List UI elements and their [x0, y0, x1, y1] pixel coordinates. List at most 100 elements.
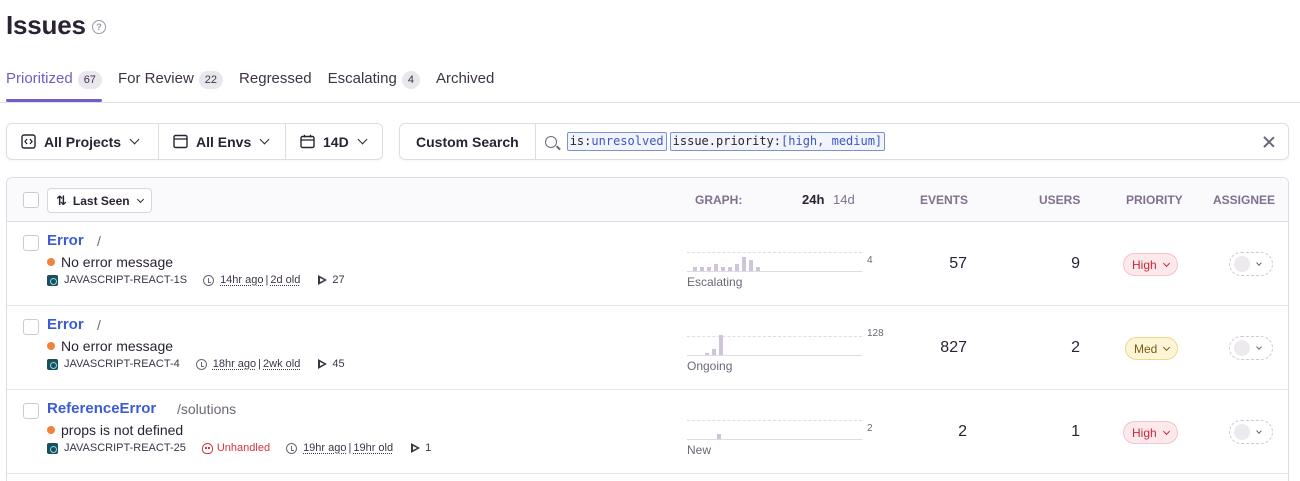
level-dot-icon — [47, 426, 55, 434]
priority-dropdown[interactable]: High — [1123, 421, 1178, 444]
issue-row[interactable]: Error / No error message JAVASCRIPT-REAC… — [7, 306, 1288, 390]
issue-title[interactable]: ReferenceError — [47, 400, 156, 417]
last-seen[interactable]: 19hr ago — [303, 442, 346, 454]
clear-search-icon[interactable] — [1262, 135, 1276, 149]
graph-period-24h[interactable]: 24h — [802, 192, 824, 207]
tab-archived[interactable]: Archived — [436, 64, 494, 102]
graph-bar — [717, 434, 721, 439]
issue-list-header: ⇅ Last Seen GRAPH: 24h 14d EVENTS USERS … — [7, 178, 1288, 222]
replay-count[interactable]: 45 — [332, 358, 344, 370]
user-count[interactable]: 1 — [1071, 423, 1080, 441]
search-token-priority[interactable]: issue.priority:[high, medium] — [669, 132, 886, 151]
event-count[interactable]: 57 — [949, 255, 967, 273]
graph-max-value: 2 — [867, 423, 873, 434]
help-icon[interactable]: ? — [92, 20, 106, 34]
project-filter-label: All Projects — [44, 133, 122, 150]
avatar — [1234, 256, 1250, 272]
issue-location: / — [97, 233, 101, 249]
avatar — [1234, 340, 1250, 356]
token-key: issue.priority: — [672, 134, 782, 148]
tab-label: Escalating — [327, 70, 397, 87]
issue-location: /solutions — [177, 401, 237, 417]
graph-bar — [749, 260, 753, 271]
issue-trend-label: Escalating — [687, 275, 743, 289]
graph-bar — [707, 267, 711, 271]
tab-escalating[interactable]: Escalating 4 — [328, 64, 420, 102]
tab-prioritized[interactable]: Prioritized 67 — [6, 64, 102, 102]
user-count[interactable]: 9 — [1071, 255, 1080, 273]
page-filters: All Projects All Envs 14D — [6, 123, 383, 160]
priority-label: Med — [1134, 341, 1158, 356]
last-seen[interactable]: 18hr ago — [213, 358, 256, 370]
graph-max-value: 4 — [867, 255, 873, 266]
environment-filter-button[interactable]: All Envs — [158, 124, 285, 159]
graph-header: GRAPH: — [695, 193, 743, 207]
issue-title[interactable]: Error — [47, 316, 84, 333]
graph-bar — [719, 335, 723, 355]
issue-short-id[interactable]: JAVASCRIPT-REACT-1S — [64, 274, 187, 286]
chevron-down-icon — [1256, 259, 1262, 266]
event-count[interactable]: 827 — [940, 339, 967, 357]
first-seen[interactable]: 2d old — [270, 274, 300, 286]
replay-count[interactable]: 27 — [332, 274, 344, 286]
date-filter-label: 14D — [323, 133, 349, 150]
issue-location: / — [97, 317, 101, 333]
issue-message-text: No error message — [61, 338, 174, 354]
users-header: USERS — [1039, 193, 1081, 207]
assignee-selector[interactable] — [1229, 252, 1273, 276]
issue-checkbox[interactable] — [23, 235, 39, 251]
issue-meta: JAVASCRIPT-REACT-1S 14hr ago | 2d old 27 — [47, 274, 345, 286]
issue-trend-label: Ongoing — [687, 359, 733, 373]
first-seen[interactable]: 2wk old — [263, 358, 300, 370]
token-value: [high, medium] — [781, 134, 883, 148]
search-token-status[interactable]: is:unresolved — [566, 132, 667, 151]
issue-tabs: Prioritized 67 For Review 22 Regressed E… — [6, 64, 510, 102]
graph-period-14d[interactable]: 14d — [833, 192, 855, 207]
tab-for-review[interactable]: For Review 22 — [118, 64, 224, 102]
assignee-selector[interactable] — [1229, 420, 1273, 444]
tab-count-badge: 67 — [77, 71, 102, 89]
graph-bar — [728, 267, 732, 271]
first-seen[interactable]: 19hr old — [353, 442, 393, 454]
assignee-selector[interactable] — [1229, 336, 1273, 360]
select-all-checkbox[interactable] — [23, 192, 39, 208]
issue-row[interactable]: Error / No error message JAVASCRIPT-REAC… — [7, 222, 1288, 306]
last-seen[interactable]: 14hr ago — [220, 274, 263, 286]
replay-count[interactable]: 1 — [425, 442, 431, 454]
issue-message-text: props is not defined — [61, 422, 184, 438]
chevron-down-icon — [357, 134, 368, 145]
issue-title[interactable]: Error — [47, 232, 84, 249]
tab-count-badge: 4 — [401, 71, 420, 89]
project-filter-button[interactable]: All Projects — [7, 124, 158, 159]
issue-list: ⇅ Last Seen GRAPH: 24h 14d EVENTS USERS … — [6, 177, 1289, 481]
tab-label: Prioritized — [6, 70, 73, 87]
issue-short-id[interactable]: JAVASCRIPT-REACT-4 — [64, 358, 180, 370]
graph-bar — [721, 267, 725, 271]
page-title: Issues — [6, 10, 86, 40]
chevron-down-icon — [1256, 343, 1262, 350]
issue-graph — [687, 252, 862, 272]
react-icon — [47, 274, 58, 286]
issue-trend-label: New — [687, 443, 712, 457]
issue-short-id[interactable]: JAVASCRIPT-REACT-25 — [64, 442, 186, 454]
event-count[interactable]: 2 — [958, 423, 967, 441]
chevron-down-icon — [1162, 259, 1170, 267]
calendar-icon — [300, 134, 315, 149]
date-filter-button[interactable]: 14D — [285, 124, 382, 159]
tab-regressed[interactable]: Regressed — [239, 64, 312, 102]
issue-search-bar: Custom Search is:unresolved issue.priori… — [399, 123, 1289, 160]
priority-dropdown[interactable]: Med — [1125, 337, 1179, 360]
issue-row[interactable]: ReferenceError /solutions props is not d… — [7, 390, 1288, 474]
sort-button[interactable]: ⇅ Last Seen — [47, 188, 152, 213]
graph-bar — [700, 267, 704, 271]
custom-search-button[interactable]: Custom Search — [400, 124, 536, 159]
search-query-input[interactable]: is:unresolved issue.priority:[high, medi… — [566, 132, 886, 151]
issue-checkbox[interactable] — [23, 319, 39, 335]
graph-bar — [712, 349, 716, 355]
issue-message: props is not defined — [47, 422, 183, 438]
issue-checkbox[interactable] — [23, 403, 39, 419]
priority-header: PRIORITY — [1126, 193, 1183, 207]
clock-icon — [195, 358, 207, 370]
user-count[interactable]: 2 — [1071, 339, 1080, 357]
priority-dropdown[interactable]: High — [1123, 253, 1178, 276]
